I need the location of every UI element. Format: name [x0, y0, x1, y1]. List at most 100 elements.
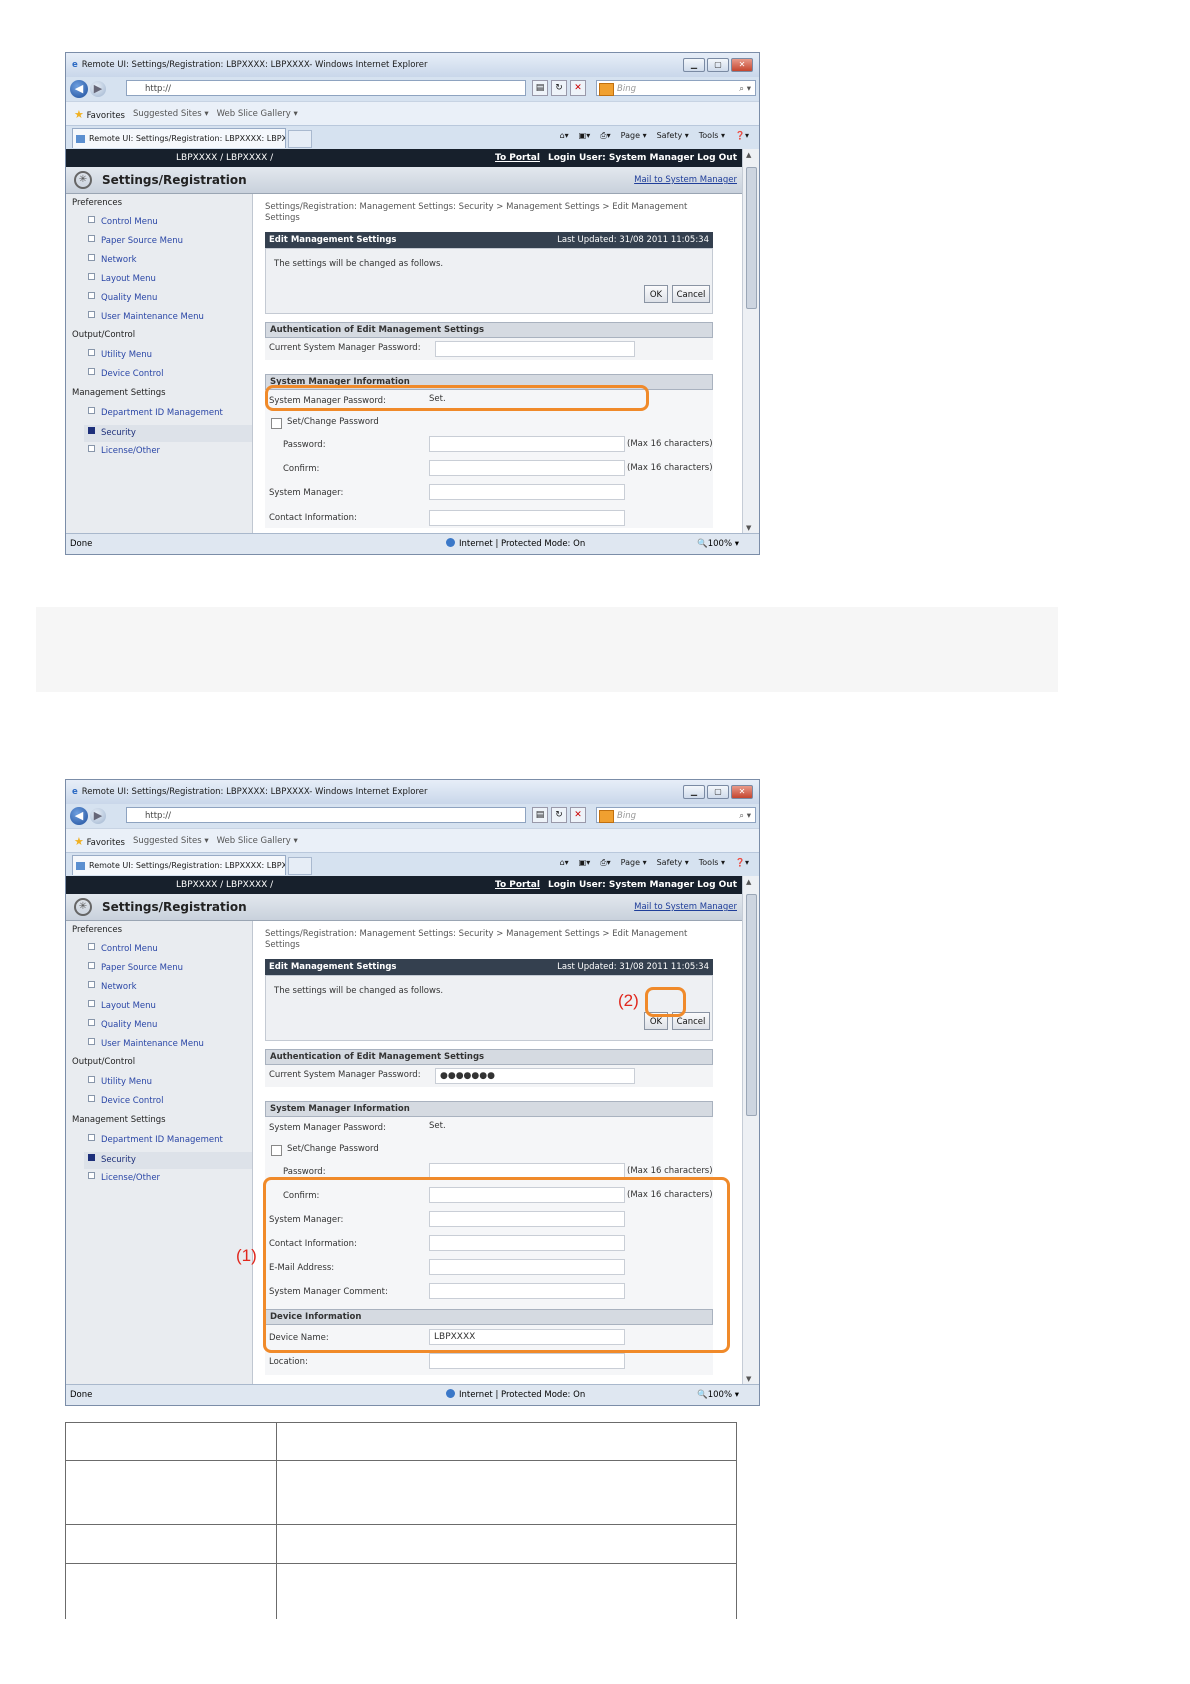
close-icon[interactable]: ✕: [731, 58, 753, 72]
set-change-checkbox[interactable]: [271, 418, 282, 429]
close-icon[interactable]: ✕: [731, 785, 753, 799]
status-zoom[interactable]: 🔍100% ▾: [697, 1385, 739, 1405]
mail-link[interactable]: Mail to System Manager: [634, 175, 737, 185]
print-icon[interactable]: ⎙▾: [600, 131, 610, 141]
home-icon[interactable]: ⌂▾: [560, 131, 569, 141]
address-input[interactable]: http://: [126, 807, 526, 823]
nav-user-maintenance-menu[interactable]: User Maintenance Menu: [88, 311, 204, 322]
minimize-icon[interactable]: ▁: [683, 58, 705, 72]
nav-utility-menu[interactable]: Utility Menu: [88, 349, 152, 360]
scroll-thumb[interactable]: [746, 894, 757, 1116]
location-input[interactable]: [429, 1353, 625, 1369]
nav-network[interactable]: Network: [88, 981, 137, 992]
browser-tab[interactable]: Remote UI: Settings/Registration: LBPXXX…: [72, 128, 286, 148]
web-slice-gallery-link[interactable]: Web Slice Gallery ▾: [217, 109, 298, 119]
new-tab-button[interactable]: [288, 857, 312, 875]
help-menu[interactable]: ❓▾: [735, 858, 749, 868]
maximize-icon[interactable]: ▢: [707, 785, 729, 799]
favorites-button[interactable]: ★ Favorites: [74, 835, 125, 848]
address-input[interactable]: http://: [126, 80, 526, 96]
set-change-checkbox[interactable]: [271, 1145, 282, 1156]
compat-icon[interactable]: ▤: [532, 80, 548, 96]
status-zoom[interactable]: 🔍100% ▾: [697, 534, 739, 554]
scroll-up-icon[interactable]: ▲: [746, 151, 751, 159]
web-slice-gallery-link[interactable]: Web Slice Gallery ▾: [217, 836, 298, 846]
nav-layout-menu[interactable]: Layout Menu: [88, 273, 156, 284]
scroll-down-icon[interactable]: ▼: [746, 524, 751, 532]
confirm-input[interactable]: [429, 460, 625, 476]
home-icon[interactable]: ⌂▾: [560, 858, 569, 868]
nav-paper-source-menu[interactable]: Paper Source Menu: [88, 235, 183, 246]
scrollbar[interactable]: ▲ ▼: [742, 149, 759, 534]
maximize-icon[interactable]: ▢: [707, 58, 729, 72]
page-header: LBPXXXX / LBPXXXX / To Portal Login User:…: [66, 149, 743, 167]
safety-menu[interactable]: Safety ▾: [657, 131, 689, 141]
nav-device-control[interactable]: Device Control: [88, 368, 164, 379]
search-icon[interactable]: ⌕ ▾: [739, 81, 751, 97]
browser-tab[interactable]: Remote UI: Settings/Registration: LBPXXX…: [72, 855, 286, 875]
to-portal-link[interactable]: To Portal: [495, 880, 540, 890]
nav-network[interactable]: Network: [88, 254, 137, 265]
search-input[interactable]: Bing ⌕ ▾: [596, 807, 756, 823]
nav-control-menu[interactable]: Control Menu: [88, 216, 158, 227]
back-icon[interactable]: ◀: [70, 807, 88, 825]
tools-menu[interactable]: Tools ▾: [699, 858, 725, 868]
stop-icon[interactable]: ✕: [570, 807, 586, 823]
nav-license-other[interactable]: License/Other: [88, 445, 160, 456]
suggested-sites-link[interactable]: Suggested Sites ▾: [133, 836, 209, 846]
ok-button[interactable]: OK: [644, 285, 668, 303]
nav-control-menu[interactable]: Control Menu: [88, 943, 158, 954]
contact-input[interactable]: [429, 510, 625, 526]
nav-department-id[interactable]: Department ID Management: [88, 1134, 223, 1145]
nav-device-control[interactable]: Device Control: [88, 1095, 164, 1106]
forward-icon[interactable]: ▶: [90, 808, 106, 824]
back-icon[interactable]: ◀: [70, 80, 88, 98]
nav-security[interactable]: Security: [84, 425, 252, 442]
cancel-button[interactable]: Cancel: [672, 285, 710, 303]
nav-layout-menu[interactable]: Layout Menu: [88, 1000, 156, 1011]
nav-quality-menu[interactable]: Quality Menu: [88, 1019, 157, 1030]
current-password-input[interactable]: [435, 341, 635, 357]
refresh-icon[interactable]: ↻: [551, 807, 567, 823]
confirm-message: The settings will be changed as follows.: [274, 986, 444, 996]
nav-security[interactable]: Security: [84, 1152, 252, 1169]
nav-department-id[interactable]: Department ID Management: [88, 407, 223, 418]
suggested-sites-link[interactable]: Suggested Sites ▾: [133, 109, 209, 119]
nav-user-maintenance-menu[interactable]: User Maintenance Menu: [88, 1038, 204, 1049]
safety-menu[interactable]: Safety ▾: [657, 858, 689, 868]
password-input[interactable]: [429, 436, 625, 452]
ie-icon: e: [72, 787, 78, 797]
feeds-icon[interactable]: ▣▾: [579, 858, 591, 868]
compat-icon[interactable]: ▤: [532, 807, 548, 823]
system-manager-input[interactable]: [429, 484, 625, 500]
favorites-button[interactable]: ★ Favorites: [74, 108, 125, 121]
stop-icon[interactable]: ✕: [570, 80, 586, 96]
refresh-icon[interactable]: ↻: [551, 80, 567, 96]
print-icon[interactable]: ⎙▾: [600, 858, 610, 868]
page-menu[interactable]: Page ▾: [621, 131, 647, 141]
current-password-input[interactable]: ●●●●●●●: [435, 1068, 635, 1084]
section-header: Edit Management Settings Last Updated: 31…: [265, 232, 713, 248]
login-user-text[interactable]: Login User: System Manager Log Out: [548, 880, 737, 890]
search-icon[interactable]: ⌕ ▾: [739, 808, 751, 824]
forward-icon[interactable]: ▶: [90, 81, 106, 97]
help-menu[interactable]: ❓▾: [735, 131, 749, 141]
search-input[interactable]: Bing ⌕ ▾: [596, 80, 756, 96]
feeds-icon[interactable]: ▣▾: [579, 131, 591, 141]
nav-license-other[interactable]: License/Other: [88, 1172, 160, 1183]
tab-bar: Remote UI: Settings/Registration: LBPXXX…: [66, 125, 759, 150]
tools-menu[interactable]: Tools ▾: [699, 131, 725, 141]
page-menu[interactable]: Page ▾: [621, 858, 647, 868]
scrollbar[interactable]: ▲ ▼: [742, 876, 759, 1385]
scroll-thumb[interactable]: [746, 167, 757, 309]
nav-utility-menu[interactable]: Utility Menu: [88, 1076, 152, 1087]
to-portal-link[interactable]: To Portal: [495, 153, 540, 163]
mail-link[interactable]: Mail to System Manager: [634, 902, 737, 912]
nav-quality-menu[interactable]: Quality Menu: [88, 292, 157, 303]
minimize-icon[interactable]: ▁: [683, 785, 705, 799]
scroll-up-icon[interactable]: ▲: [746, 878, 751, 886]
scroll-down-icon[interactable]: ▼: [746, 1375, 751, 1383]
nav-paper-source-menu[interactable]: Paper Source Menu: [88, 962, 183, 973]
login-user-text[interactable]: Login User: System Manager Log Out: [548, 153, 737, 163]
new-tab-button[interactable]: [288, 130, 312, 148]
